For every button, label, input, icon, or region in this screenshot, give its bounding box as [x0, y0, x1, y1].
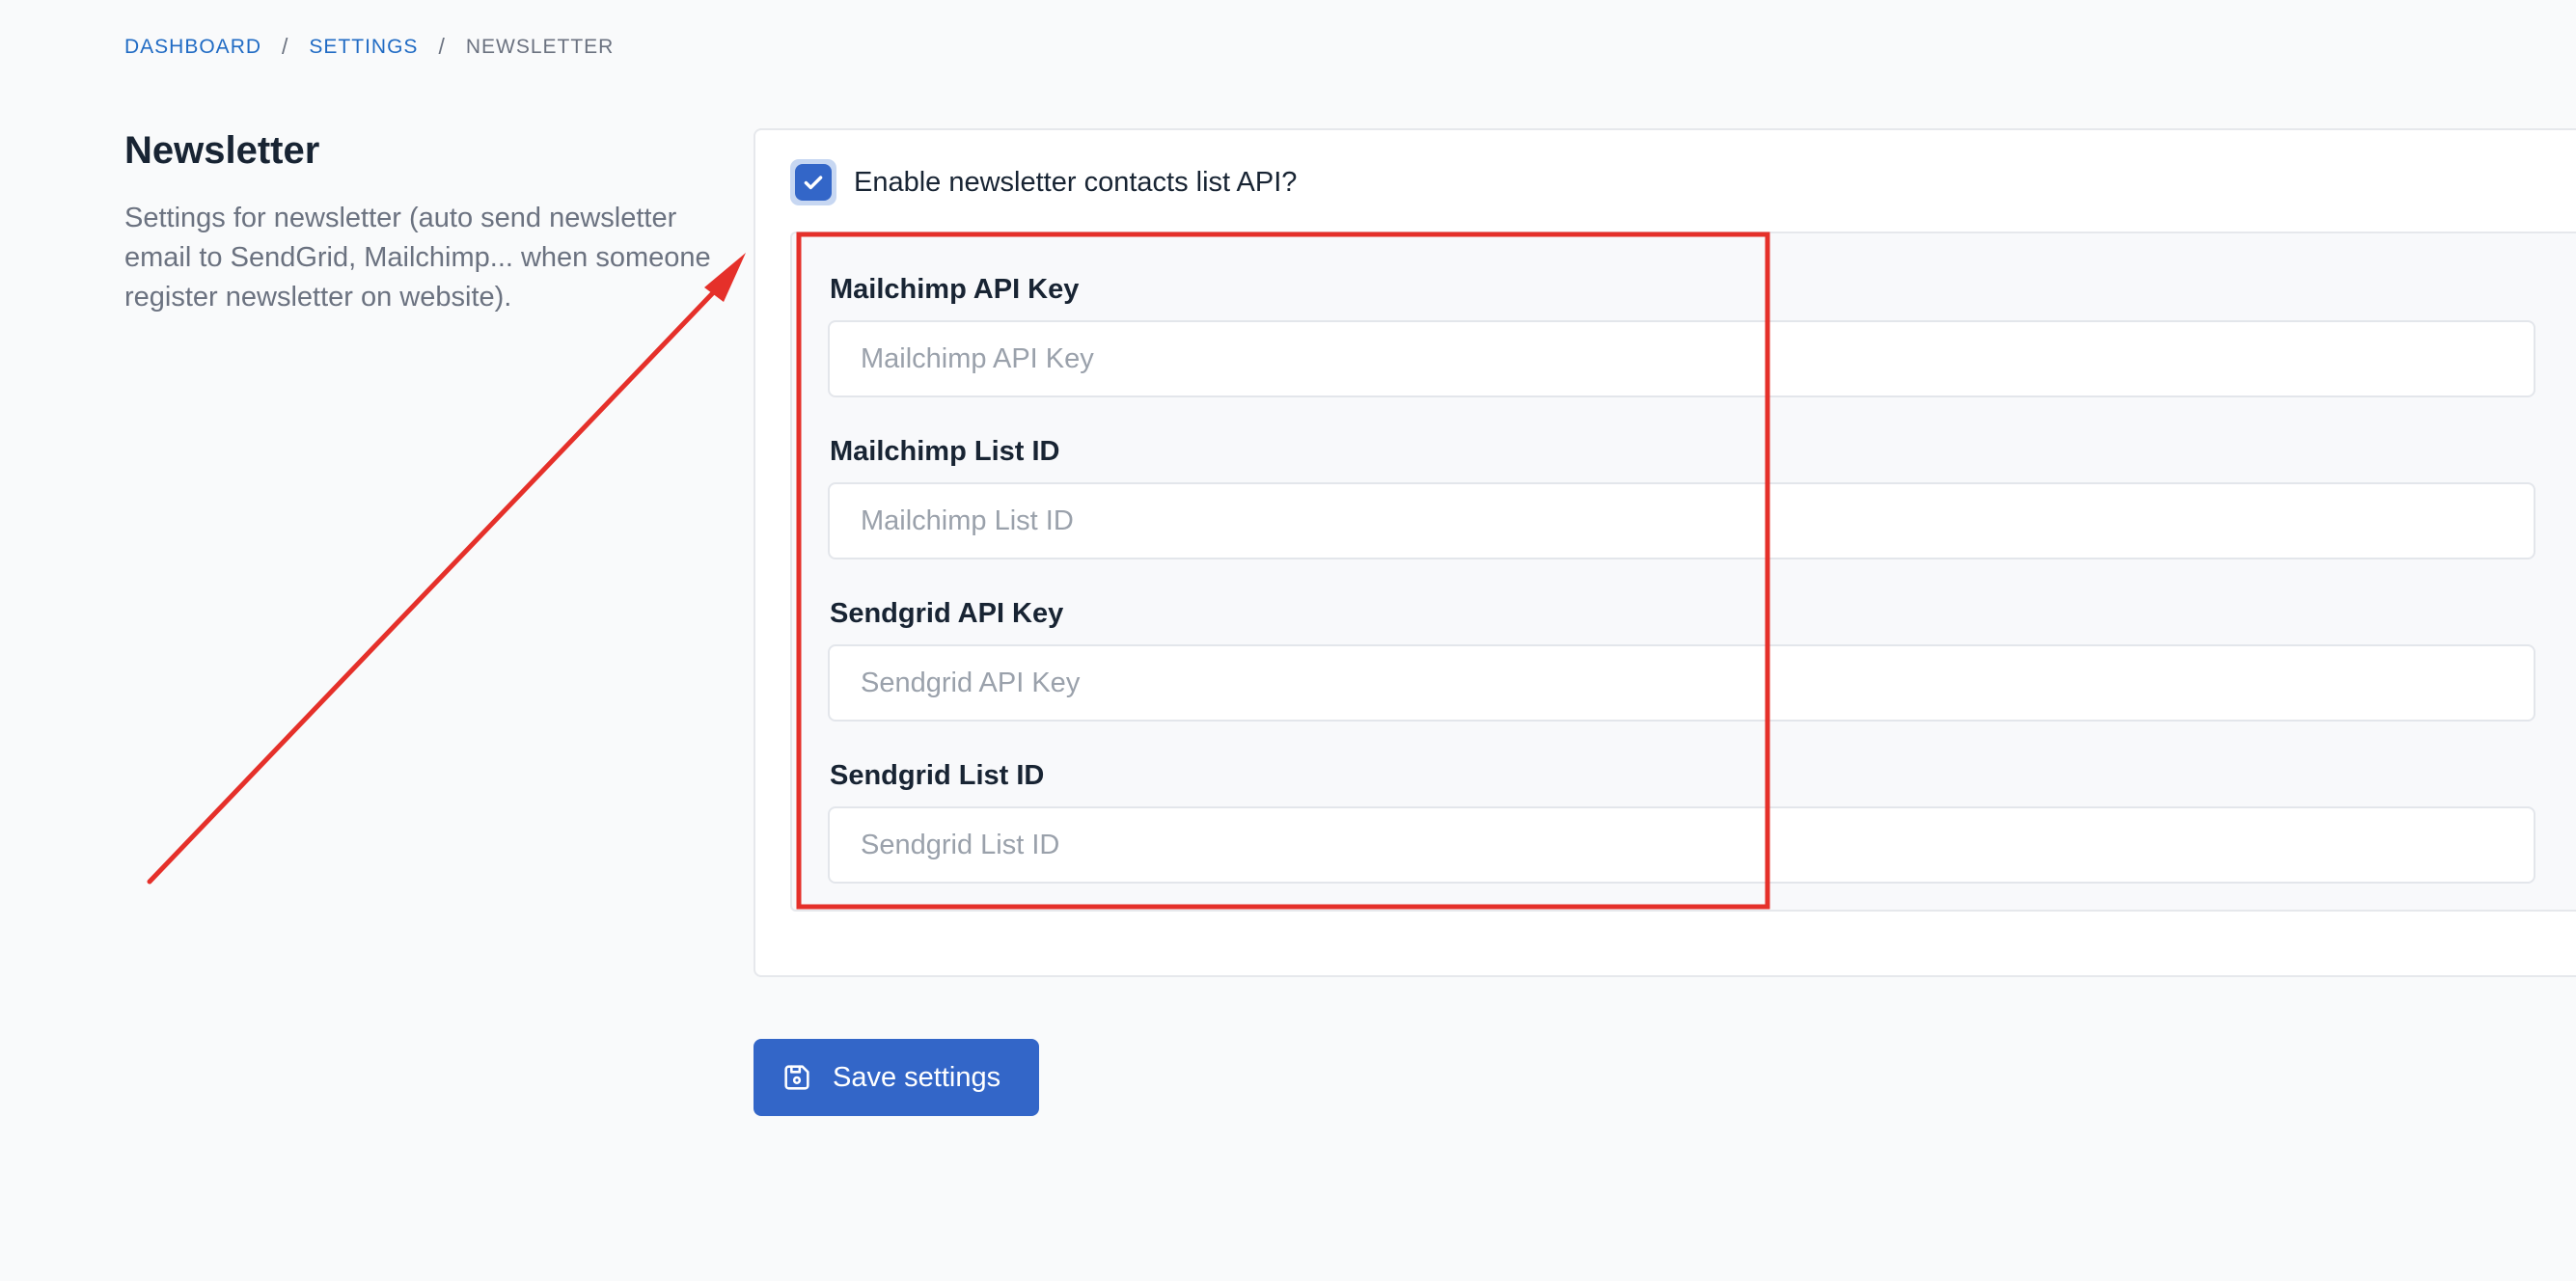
newsletter-settings-card: Enable newsletter contacts list API? Mai…	[754, 128, 2576, 977]
enable-api-checkbox[interactable]	[790, 159, 836, 205]
enable-api-toggle[interactable]: Enable newsletter contacts list API?	[790, 159, 1297, 205]
breadcrumb-separator: /	[282, 34, 289, 59]
sendgrid-api-key-label: Sendgrid API Key	[830, 598, 1064, 629]
section-description: Settings for newsletter (auto send newsl…	[124, 203, 711, 313]
breadcrumb-dashboard-link[interactable]: DASHBOARD	[124, 36, 261, 59]
enable-api-label: Enable newsletter contacts list API?	[854, 166, 1298, 198]
breadcrumb-separator: /	[438, 34, 446, 59]
breadcrumb-current: NEWSLETTER	[465, 35, 615, 58]
breadcrumb-settings-link[interactable]: SETTINGS	[309, 36, 418, 59]
save-settings-button[interactable]: Save settings	[754, 1039, 1039, 1116]
mailchimp-list-id-input[interactable]	[828, 482, 2535, 559]
sendgrid-api-key-input[interactable]	[828, 644, 2535, 722]
sendgrid-list-id-label: Sendgrid List ID	[830, 760, 1045, 791]
mailchimp-list-id-label: Mailchimp List ID	[830, 436, 1060, 467]
section-title: Newsletter	[124, 129, 320, 172]
annotation-arrow-line	[147, 277, 728, 885]
save-icon	[781, 1061, 813, 1094]
save-settings-label: Save settings	[833, 1061, 1001, 1093]
api-fields-panel: Mailchimp API Key Mailchimp List ID Send…	[790, 232, 2576, 912]
breadcrumb: DASHBOARD / SETTINGS / NEWSLETTER	[124, 34, 614, 60]
checkbox-box	[795, 164, 832, 201]
sendgrid-list-id-input[interactable]	[828, 806, 2535, 884]
mailchimp-api-key-input[interactable]	[828, 320, 2535, 397]
checkmark-icon	[804, 176, 823, 190]
mailchimp-api-key-label: Mailchimp API Key	[830, 274, 1080, 305]
